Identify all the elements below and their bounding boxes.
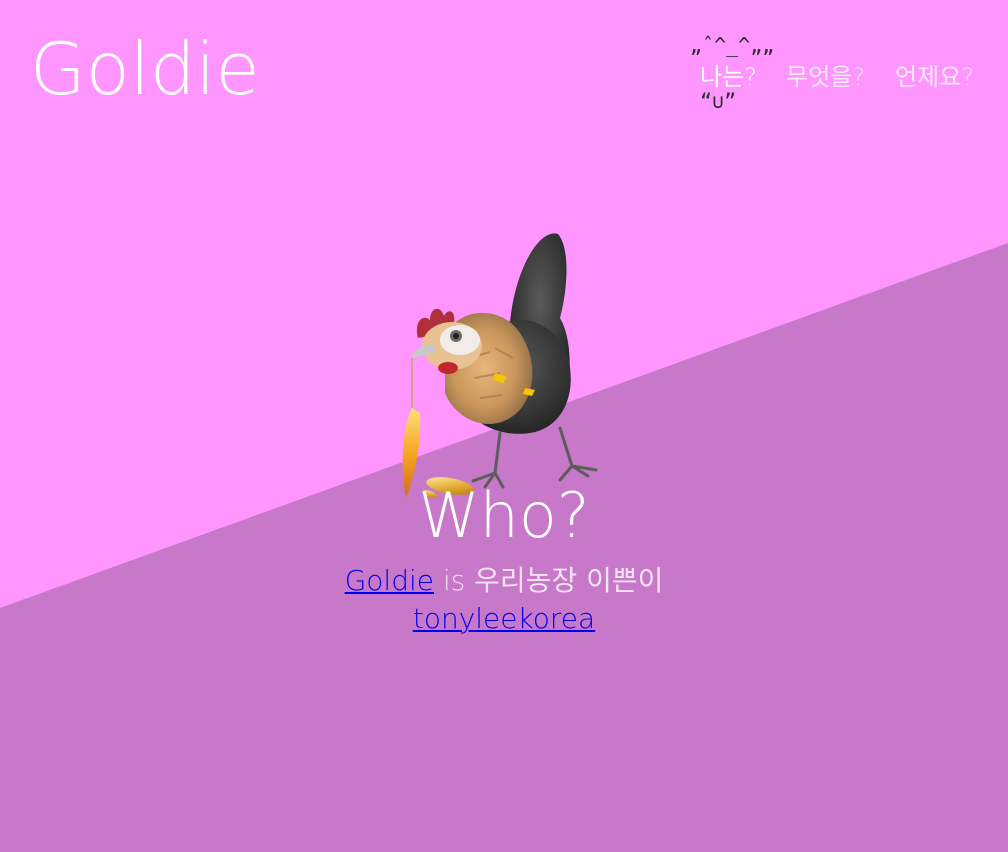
hero-subtitle: Goldie is 우리농장 이쁜이 tonyleekorea [0, 563, 1008, 638]
goldie-link[interactable]: Goldie [345, 564, 434, 597]
headline: Who? [418, 479, 590, 552]
hero-description: 우리농장 이쁜이 [474, 564, 664, 597]
nav-face-top-decoration: „ˆ^_^„„ [690, 33, 775, 57]
nav-item-what[interactable]: 무엇을? [786, 63, 865, 92]
brand-title[interactable]: Goldie [30, 33, 260, 105]
nav-item-who[interactable]: 나는? [700, 63, 757, 92]
nav-face-bottom-decoration: “∪” [700, 89, 737, 113]
author-link[interactable]: tonyleekorea [413, 602, 595, 635]
page: Goldie „ˆ^_^„„ 나는? “∪” 무엇을? 언제요? Who? Go… [0, 0, 1008, 852]
connector-text: is [433, 564, 475, 597]
nav-item-when[interactable]: 언제요? [895, 63, 974, 92]
hen-illustration [402, 233, 598, 498]
